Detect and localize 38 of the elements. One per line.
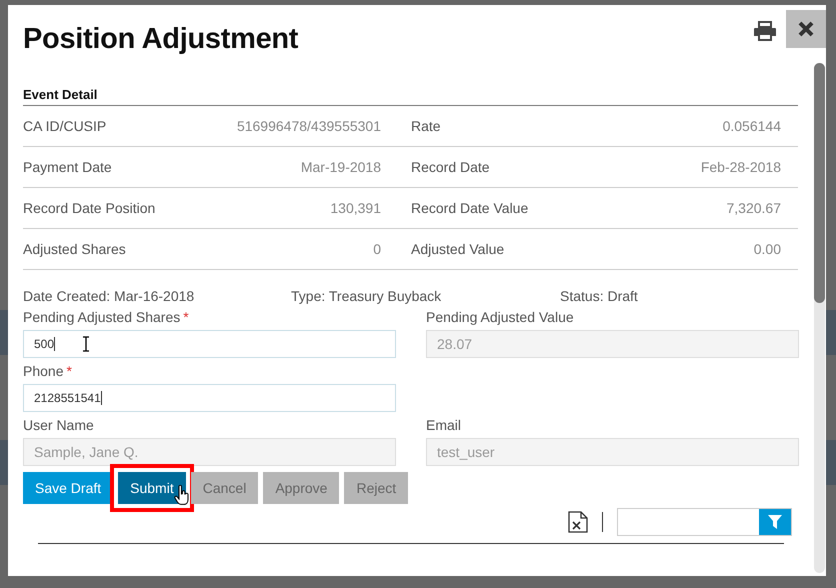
close-button[interactable] <box>786 10 826 48</box>
print-icon[interactable] <box>753 21 777 41</box>
detail-value: 0.056144 <box>722 118 781 134</box>
detail-label: CA ID/CUSIP <box>23 118 108 134</box>
field-label: Pending Adjusted Value <box>426 309 574 327</box>
close-icon <box>797 20 815 38</box>
field-label: User Name <box>23 417 94 435</box>
detail-label: Adjusted Value <box>411 241 506 257</box>
input-field[interactable]: 500 <box>23 330 396 358</box>
filter-field[interactable] <box>617 508 792 536</box>
detail-label: Record Date Value <box>411 200 530 216</box>
text-cursor-icon <box>82 336 90 352</box>
detail-label: Record Date <box>411 159 491 175</box>
detail-label: Adjusted Shares <box>23 241 127 257</box>
detail-value: 516996478/439555301 <box>236 118 381 134</box>
input-field[interactable]: 2128551541 <box>23 384 396 412</box>
detail-value: Feb-28-2018 <box>700 159 781 175</box>
detail-value: 130,391 <box>329 200 381 216</box>
detail-value: Mar-19-2018 <box>300 159 381 175</box>
filter-icon[interactable] <box>768 515 782 529</box>
scrollbar-thumb[interactable] <box>814 63 825 303</box>
section-title: Event Detail <box>23 87 798 106</box>
detail-label: Payment Date <box>23 159 113 175</box>
dialog-title: Position Adjustment <box>23 22 298 56</box>
field-label: Phone * <box>23 363 72 381</box>
info-text: Date Created: Mar-16-2018 <box>23 288 196 304</box>
dark-button[interactable]: Submit <box>118 472 186 504</box>
info-text: Status: Draft <box>560 288 639 304</box>
field-label: Pending Adjusted Shares * <box>23 309 189 327</box>
detail-label: Rate <box>411 118 442 134</box>
detail-label: Record Date Position <box>23 200 156 216</box>
field-label: Email <box>426 417 462 435</box>
info-text: Type: Treasury Buyback <box>291 288 442 304</box>
detail-value: 0 <box>372 241 381 257</box>
excel-export-icon[interactable] <box>568 511 588 533</box>
detail-value: 7,320.67 <box>726 200 781 216</box>
hand-cursor-icon <box>174 485 190 507</box>
detail-value: 0.00 <box>752 241 781 257</box>
